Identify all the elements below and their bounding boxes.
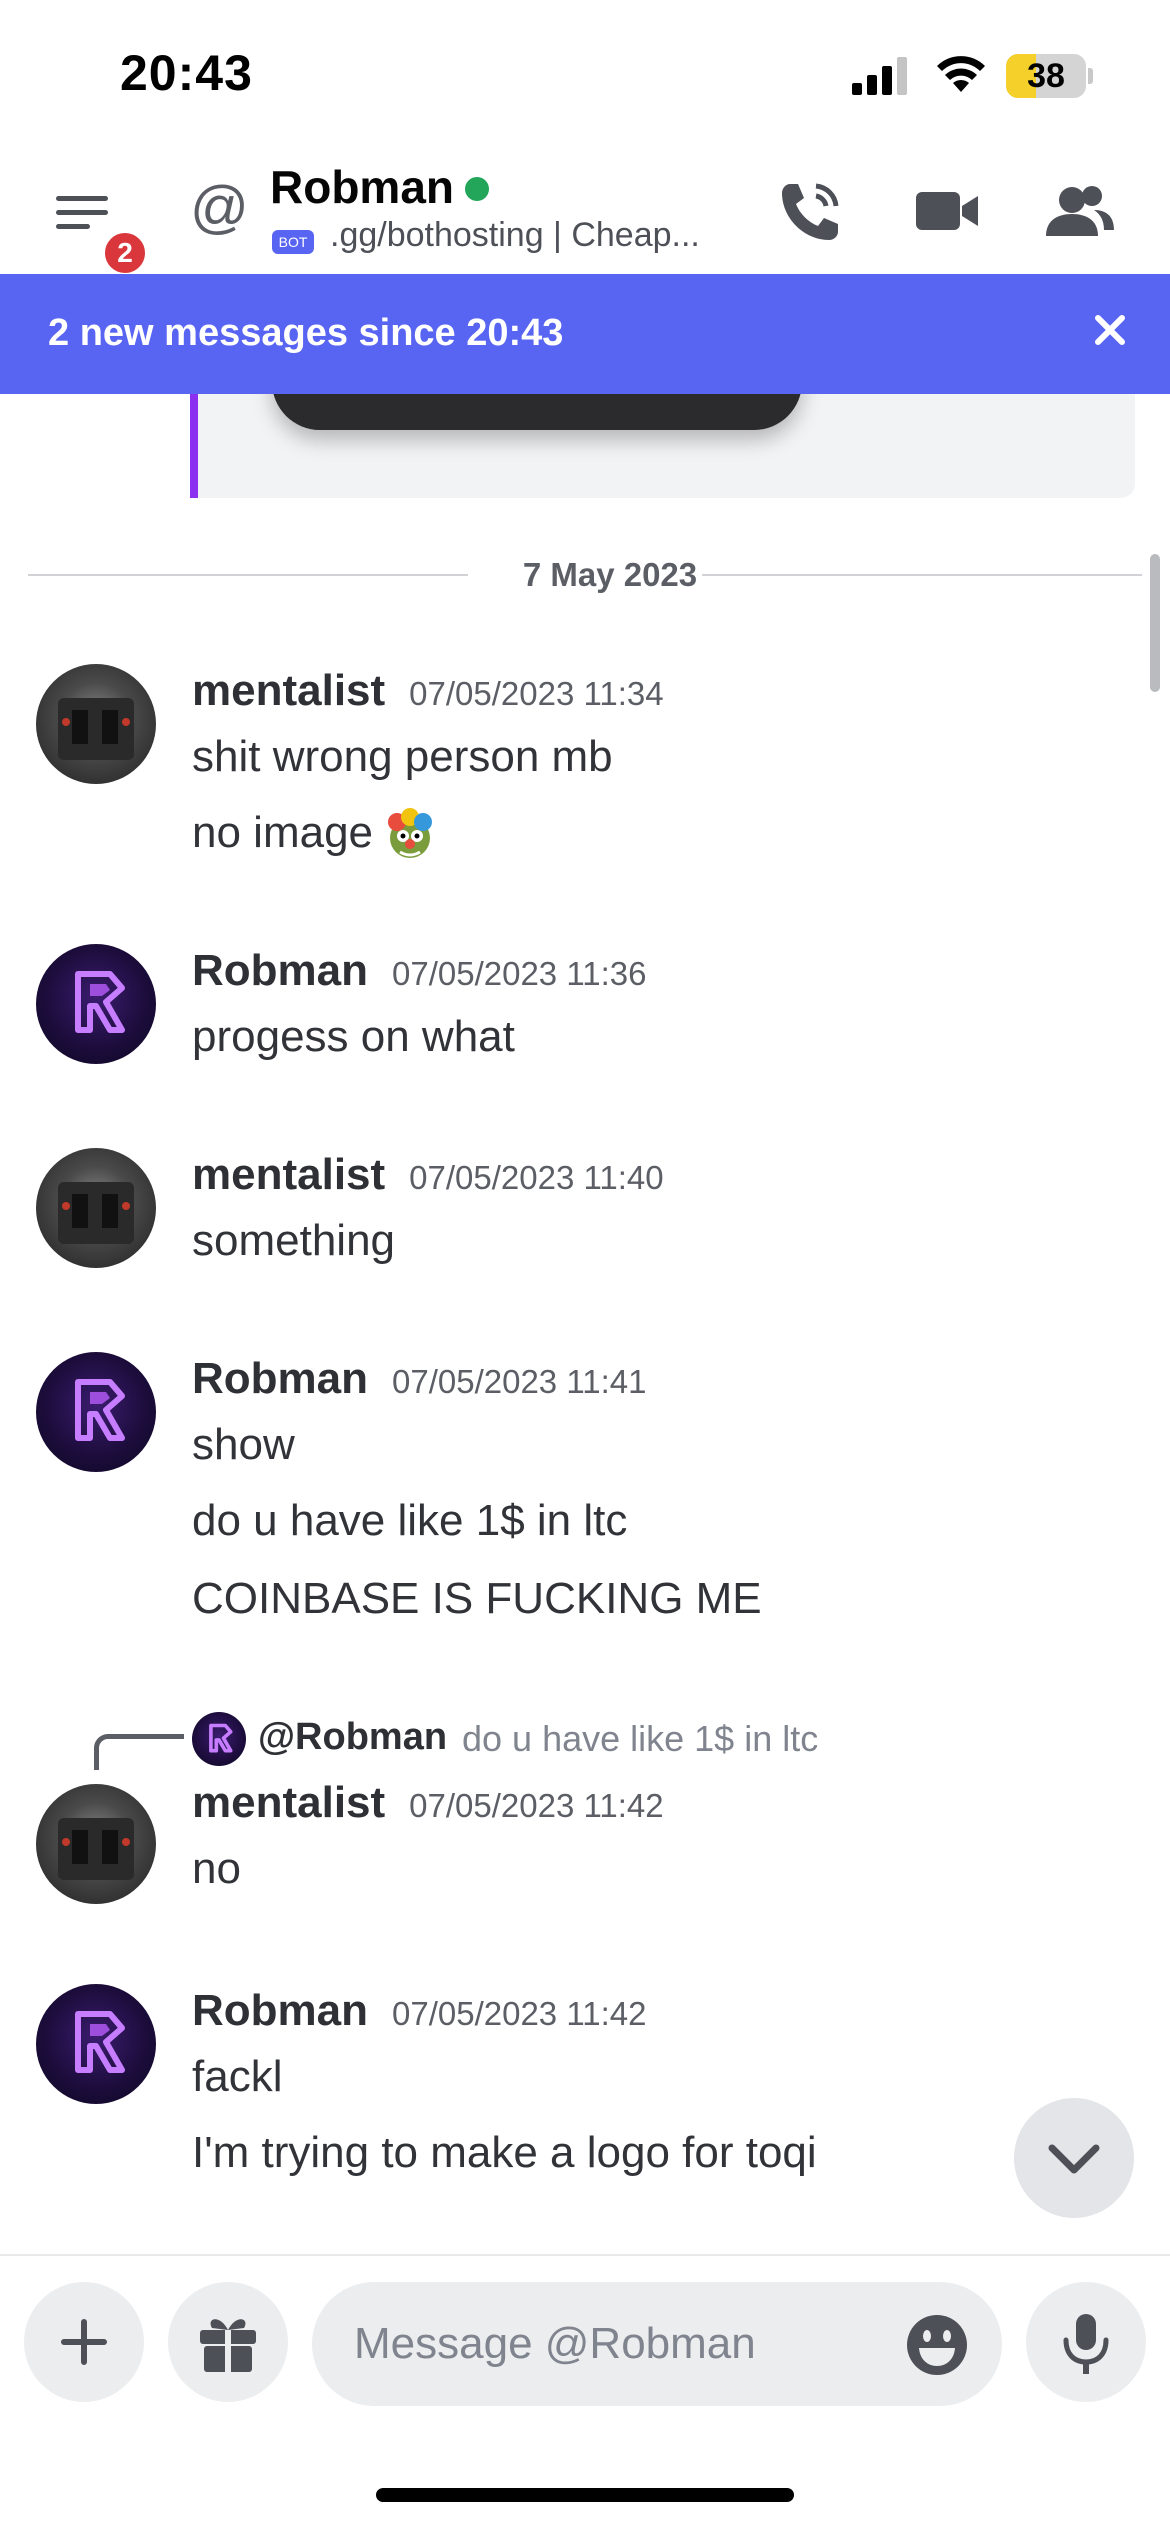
author-name[interactable]: Robman xyxy=(192,946,368,995)
message-text: I'm trying to make a logo for toqi xyxy=(192,2128,817,2177)
channel-subtitle[interactable]: .gg/bothosting | Cheap... xyxy=(330,216,720,255)
unread-badge: 2 xyxy=(100,228,150,278)
dm-header: 2 @ Robman BOT .gg/bothosting | Cheap... xyxy=(0,150,1170,278)
at-icon: @ xyxy=(190,175,249,240)
battery-body: 38 xyxy=(1006,54,1086,98)
message-input[interactable] xyxy=(312,2282,1002,2406)
message-text: progess on what xyxy=(192,1012,515,1061)
voice-call-button[interactable] xyxy=(776,176,856,246)
scrollbar[interactable] xyxy=(1150,554,1160,692)
video-camera-icon xyxy=(916,192,978,230)
reply-text[interactable]: do u have like 1$ in ltc xyxy=(462,1718,818,1760)
author-name[interactable]: Robman xyxy=(192,1986,368,2035)
message-text: do u have like 1$ in ltc xyxy=(192,1496,628,1545)
avatar[interactable] xyxy=(36,944,156,1064)
voice-message-button[interactable] xyxy=(1026,2282,1146,2402)
date-divider-right xyxy=(702,574,1142,576)
video-call-button[interactable] xyxy=(912,176,992,246)
reply-mention[interactable]: @Robman xyxy=(258,1716,447,1759)
avatar[interactable] xyxy=(36,664,156,784)
emoji-button[interactable] xyxy=(904,2312,970,2378)
author-name[interactable]: mentalist xyxy=(192,1778,385,1827)
author-name[interactable]: mentalist xyxy=(192,666,385,715)
message-timestamp: 07/05/2023 11:40 xyxy=(409,1159,664,1196)
message-author[interactable]: mentalist 07/05/2023 11:34 xyxy=(192,666,664,716)
wifi-icon xyxy=(937,56,985,92)
author-name[interactable]: mentalist xyxy=(192,1150,385,1199)
message-text: fackl xyxy=(192,2052,283,2101)
date-separator-label: 7 May 2023 xyxy=(522,556,698,593)
gift-icon xyxy=(200,2319,256,2372)
members-icon xyxy=(1046,186,1114,236)
jump-to-present-button[interactable] xyxy=(1014,2098,1134,2218)
message-timestamp: 07/05/2023 11:41 xyxy=(392,1363,647,1400)
message-author[interactable]: mentalist 07/05/2023 11:40 xyxy=(192,1150,664,1200)
phone-icon xyxy=(782,183,839,240)
menu-button[interactable]: 2 xyxy=(50,180,150,278)
cellular-signal-icon xyxy=(852,57,907,95)
message-text: shit wrong person mb xyxy=(192,732,613,781)
message-timestamp: 07/05/2023 11:42 xyxy=(409,1787,664,1824)
avatar-image xyxy=(58,1182,134,1244)
emoji-smile-icon xyxy=(907,2315,967,2375)
gift-button[interactable] xyxy=(168,2282,288,2402)
avatar[interactable] xyxy=(36,1148,156,1268)
message-author[interactable]: Robman 07/05/2023 11:41 xyxy=(192,1354,646,1404)
message-author[interactable]: Robman 07/05/2023 11:42 xyxy=(192,1986,646,2036)
author-name[interactable]: Robman xyxy=(192,1354,368,1403)
message-text: no xyxy=(192,1844,241,1893)
message-composer xyxy=(0,2254,1170,2532)
message-timestamp: 07/05/2023 11:34 xyxy=(409,675,664,712)
date-divider-left xyxy=(28,574,468,576)
members-button[interactable] xyxy=(1042,176,1122,246)
chat-messages[interactable]: 7 May 2023 mentalist 07/05/2023 11:34 shi… xyxy=(0,394,1170,2254)
battery-cap xyxy=(1088,68,1093,84)
bot-tag: BOT xyxy=(272,230,314,254)
plus-icon xyxy=(61,2319,107,2365)
robman-logo-icon xyxy=(75,1379,125,1441)
message-text: no image xyxy=(192,808,374,857)
message-timestamp: 07/05/2023 11:42 xyxy=(392,1995,647,2032)
message-text: something xyxy=(192,1216,396,1265)
message-author[interactable]: Robman 07/05/2023 11:36 xyxy=(192,946,646,996)
chevron-down-icon xyxy=(1048,2144,1100,2174)
robman-logo-icon xyxy=(75,2011,125,2073)
channel-name[interactable]: Robman xyxy=(270,160,454,214)
battery-indicator: 38 xyxy=(1006,54,1093,98)
home-indicator xyxy=(376,2488,794,2502)
avatar[interactable] xyxy=(36,1352,156,1472)
reply-connector xyxy=(94,1734,184,1770)
new-messages-text[interactable]: 2 new messages since 20:43 xyxy=(48,312,563,355)
message-text: show xyxy=(192,1420,295,1469)
online-status-dot xyxy=(465,177,489,201)
battery-percent: 38 xyxy=(1027,57,1065,95)
date-separator: 7 May 2023 xyxy=(28,544,1142,604)
message-text-line: no image xyxy=(192,808,437,862)
avatar-image xyxy=(58,698,134,760)
avatar-image xyxy=(58,1818,134,1880)
robman-logo-icon xyxy=(75,971,125,1033)
reply-preview[interactable]: @Robman do u have like 1$ in ltc xyxy=(0,1704,1170,1770)
message-timestamp: 07/05/2023 11:36 xyxy=(392,955,647,992)
robman-logo-icon xyxy=(209,1723,233,1753)
message-text: COINBASE IS FUCKING ME xyxy=(192,1574,762,1623)
embed-image[interactable] xyxy=(272,394,802,430)
new-messages-bar[interactable]: 2 new messages since 20:43 xyxy=(0,274,1170,394)
avatar[interactable] xyxy=(36,1784,156,1904)
avatar[interactable] xyxy=(36,1984,156,2104)
close-icon[interactable] xyxy=(1088,308,1132,352)
reply-avatar xyxy=(192,1712,246,1766)
status-bar: 20:43 38 xyxy=(0,0,1170,150)
message-embed xyxy=(190,394,1135,498)
message-author[interactable]: mentalist 07/05/2023 11:42 xyxy=(192,1778,664,1828)
attach-button[interactable] xyxy=(24,2282,144,2402)
microphone-icon xyxy=(1063,2314,1109,2374)
clown-emoji-icon xyxy=(388,808,433,859)
status-time: 20:43 xyxy=(120,45,253,101)
